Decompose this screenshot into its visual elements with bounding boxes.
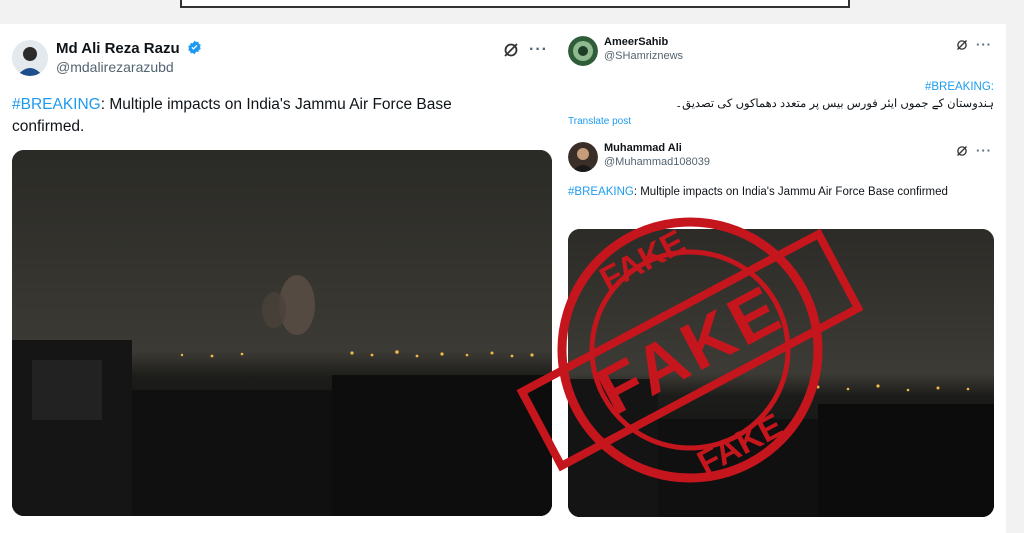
hashtag-link[interactable]: #BREAKING — [568, 186, 634, 198]
verified-icon — [187, 40, 202, 55]
hashtag-link[interactable]: #BREAKING: — [574, 79, 994, 96]
tweet-text: #BREAKING: Multiple impacts on India's J… — [12, 94, 512, 139]
avatar[interactable] — [12, 40, 48, 76]
left-tweet-card[interactable]: Md Ali Reza Razu @mdalirezarazubd ··· #B… — [0, 24, 560, 533]
translate-post-link[interactable]: Translate post — [568, 116, 631, 127]
top-frame-strip — [180, 0, 850, 8]
more-icon[interactable]: ··· — [529, 42, 548, 58]
night-explosion-image — [12, 150, 552, 516]
tweet-video[interactable] — [12, 150, 552, 516]
tweet-body: : Multiple impacts on India's Jammu Air … — [633, 186, 948, 198]
tweet-text: #BREAKING: ہندوستان کے جموں ایئر فورس بی… — [574, 79, 994, 114]
grok-icon[interactable] — [956, 39, 968, 51]
handle[interactable]: @mdalirezarazubd — [56, 59, 202, 77]
night-explosion-image — [568, 229, 994, 517]
avatar[interactable] — [568, 36, 598, 66]
display-name[interactable]: Md Ali Reza Razu — [56, 40, 180, 57]
left-tweet-header: Md Ali Reza Razu @mdalirezarazubd — [12, 40, 202, 76]
more-icon[interactable]: ··· — [976, 144, 992, 157]
hashtag-link[interactable]: #BREAKING — [12, 96, 101, 113]
handle[interactable]: @Muhammad108039 — [604, 156, 710, 170]
display-name[interactable]: AmeerSahib — [604, 36, 683, 50]
grok-icon[interactable] — [503, 42, 519, 58]
avatar-image — [12, 40, 48, 76]
avatar-image — [568, 36, 598, 66]
avatar[interactable] — [568, 142, 598, 172]
handle[interactable]: @SHamriznews — [604, 50, 683, 64]
avatar-image — [568, 142, 598, 172]
tweet-text: #BREAKING: Multiple impacts on India's J… — [568, 184, 968, 201]
right-tweet-1-header: AmeerSahib @SHamriznews — [568, 36, 683, 66]
tweet-video[interactable] — [568, 229, 994, 517]
tweet-body-urdu: ہندوستان کے جموں ایئر فورس بیس پر متعدد … — [675, 98, 994, 111]
left-tweet-actions: ··· — [503, 42, 548, 58]
right-tweet-1-actions: ··· — [956, 38, 992, 51]
right-tweet-2-actions: ··· — [956, 144, 992, 157]
right-tweet-2-header: Muhammad Ali @Muhammad108039 — [568, 142, 710, 172]
grok-icon[interactable] — [956, 145, 968, 157]
display-name[interactable]: Muhammad Ali — [604, 142, 710, 156]
more-icon[interactable]: ··· — [976, 38, 992, 51]
right-tweets-card[interactable]: AmeerSahib @SHamriznews ··· #BREAKING: ہ… — [560, 24, 1006, 533]
